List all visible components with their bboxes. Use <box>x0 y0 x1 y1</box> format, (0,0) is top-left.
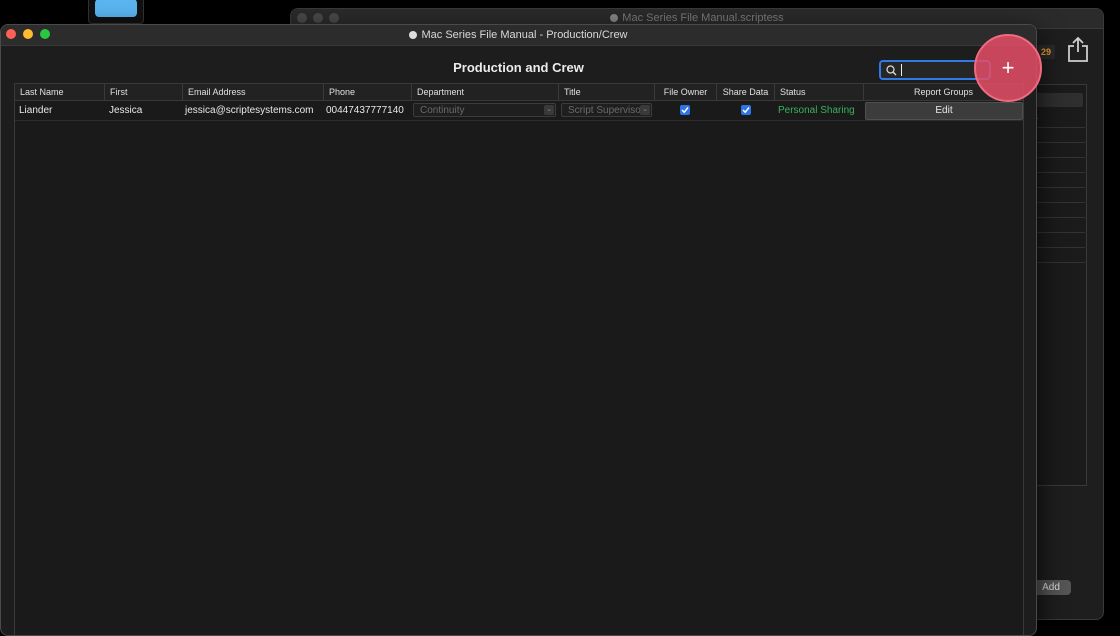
file-owner-checkbox[interactable] <box>680 105 690 115</box>
cell-email[interactable]: jessica@scriptesystems.com <box>181 101 324 120</box>
text-cursor <box>901 64 902 76</box>
list-item[interactable] <box>1029 173 1085 188</box>
status-badge: Personal Sharing <box>778 105 855 116</box>
share-data-checkbox[interactable] <box>741 105 751 115</box>
list-item[interactable] <box>1029 128 1085 143</box>
column-header-status[interactable]: Status <box>775 84 864 100</box>
column-header-last-name[interactable]: Last Name <box>15 84 105 100</box>
document-icon <box>409 31 418 39</box>
close-icon[interactable] <box>6 29 16 39</box>
title-select[interactable]: Script Superviso ⌄ <box>561 103 652 117</box>
window-title: Mac Series File Manual - Production/Crew <box>421 29 628 41</box>
add-crew-button[interactable]: + <box>974 34 1042 102</box>
search-icon <box>886 65 897 76</box>
table-row[interactable]: Liander Jessica jessica@scriptesystems.c… <box>15 101 1023 121</box>
cell-first[interactable]: Jessica <box>105 101 183 120</box>
list-item[interactable] <box>1029 143 1085 158</box>
plus-icon: + <box>1001 55 1015 80</box>
app-icon[interactable] <box>88 0 144 24</box>
share-icon[interactable] <box>1065 35 1091 63</box>
edit-report-groups-button[interactable]: Edit <box>865 102 1023 120</box>
department-value: Continuity <box>420 105 465 116</box>
table-header: Last Name First Email Address Phone Depa… <box>15 84 1023 101</box>
list-item[interactable] <box>1029 158 1085 173</box>
background-list: y <box>1029 113 1085 263</box>
department-select[interactable]: Continuity ⌄ <box>413 103 556 117</box>
title-value: Script Superviso <box>568 105 641 116</box>
search-input[interactable] <box>901 62 983 78</box>
column-header-phone[interactable]: Phone <box>324 84 412 100</box>
cell-phone[interactable]: 00447437777140 <box>322 101 412 120</box>
checkmark-icon <box>681 107 689 114</box>
app-icon-image <box>95 0 137 17</box>
column-header-title[interactable]: Title <box>559 84 655 100</box>
crew-table: Last Name First Email Address Phone Depa… <box>14 83 1024 635</box>
chevron-down-icon: ⌄ <box>544 105 554 115</box>
cell-last-name[interactable]: Liander <box>15 101 105 120</box>
checkmark-icon <box>742 107 750 114</box>
zoom-icon[interactable] <box>329 13 339 23</box>
background-window-controls <box>297 13 339 23</box>
background-add-button[interactable]: Add <box>1031 580 1071 595</box>
document-icon <box>610 14 619 22</box>
list-item[interactable] <box>1029 248 1085 263</box>
list-item[interactable] <box>1029 188 1085 203</box>
minimize-icon[interactable] <box>313 13 323 23</box>
production-crew-window: Mac Series File Manual - Production/Crew… <box>0 24 1037 636</box>
list-item[interactable] <box>1029 203 1085 218</box>
column-header-file-owner[interactable]: File Owner <box>655 84 717 100</box>
column-header-first[interactable]: First <box>105 84 183 100</box>
minimize-icon[interactable] <box>23 29 33 39</box>
background-window-title: Mac Series File Manual.scriptess <box>622 12 784 24</box>
column-header-email[interactable]: Email Address <box>183 84 324 100</box>
chevron-down-icon: ⌄ <box>640 105 650 115</box>
list-item[interactable] <box>1029 233 1085 248</box>
window-controls <box>6 29 50 39</box>
zoom-icon[interactable] <box>40 29 50 39</box>
column-header-share-data[interactable]: Share Data <box>717 84 775 100</box>
close-icon[interactable] <box>297 13 307 23</box>
window-titlebar[interactable]: Mac Series File Manual - Production/Crew <box>1 25 1036 46</box>
list-item[interactable]: y <box>1029 113 1085 128</box>
column-header-department[interactable]: Department <box>412 84 559 100</box>
list-item[interactable] <box>1029 218 1085 233</box>
